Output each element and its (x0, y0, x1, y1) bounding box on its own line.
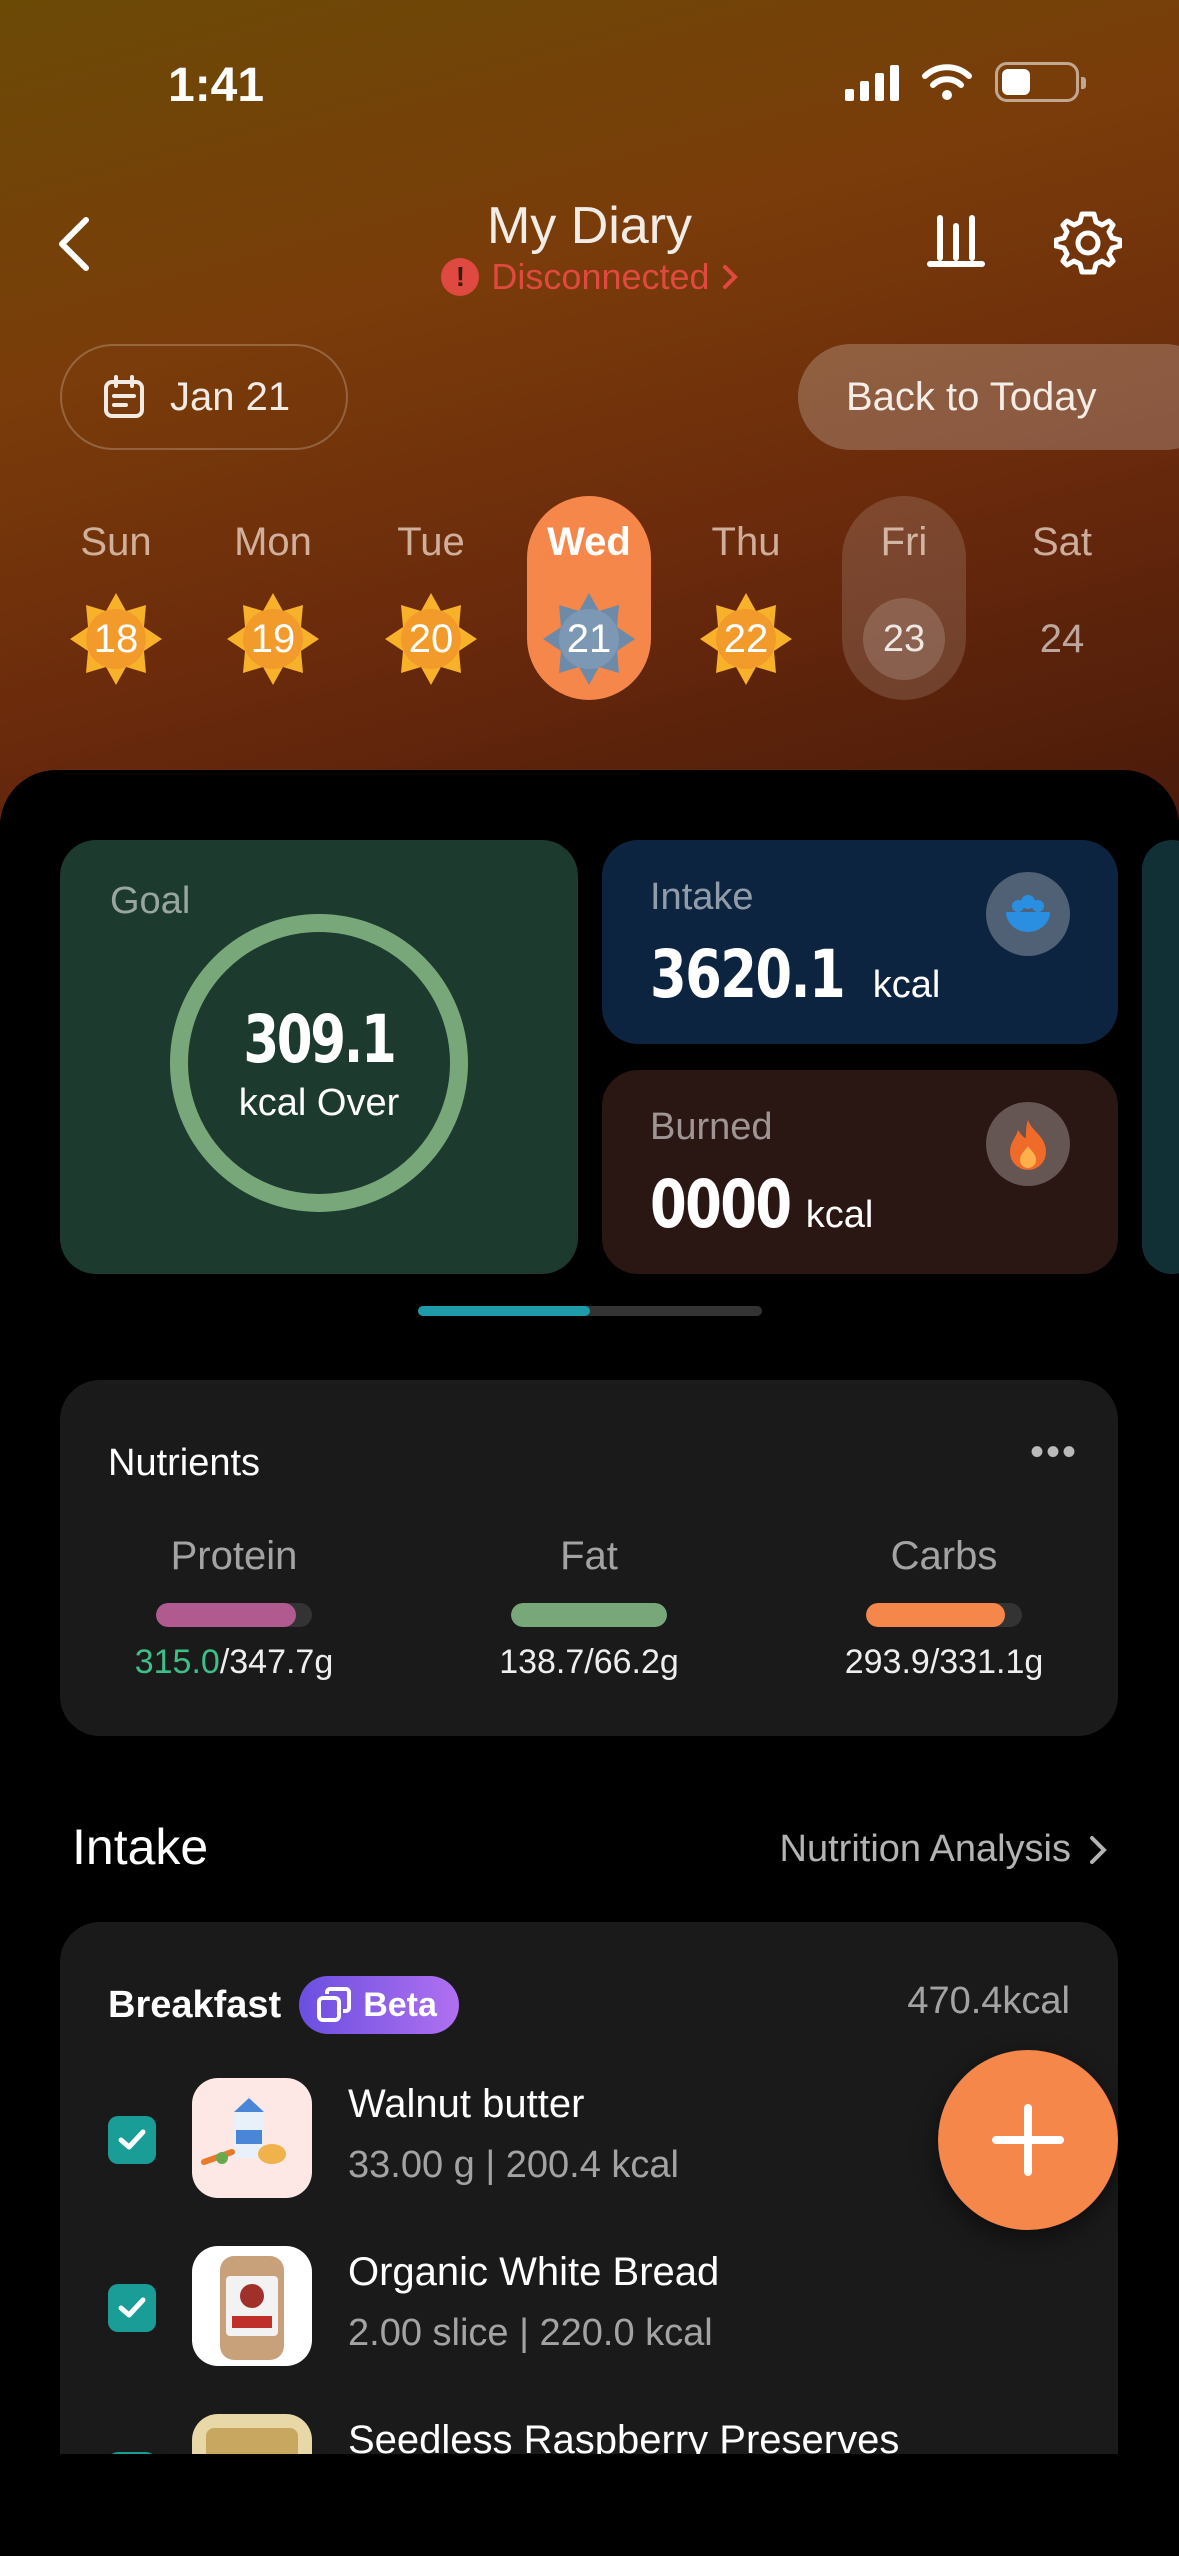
status-icons (845, 62, 1086, 102)
macro-bar (511, 1603, 667, 1627)
meal-kcal: 470.4kcal (907, 1980, 1070, 2022)
gear-icon (1053, 211, 1123, 275)
macro-bar (156, 1603, 312, 1627)
battery-icon (995, 62, 1086, 102)
burned-value: 0000 (650, 1166, 792, 1243)
day-number: 18 (66, 589, 166, 689)
goal-ring: 309.1 kcal Over (170, 914, 468, 1212)
food-name: Walnut butter (348, 2082, 585, 2126)
back-to-today-button[interactable]: Back to Today (798, 344, 1179, 450)
day-number: 22 (696, 589, 796, 689)
date-label: Jan 21 (170, 374, 291, 419)
day-thu[interactable]: Thu 22 (684, 496, 808, 700)
day-number: 24 (1039, 616, 1085, 661)
settings-button[interactable] (1053, 208, 1123, 281)
macro-amount: 315.0/347.7g (134, 1643, 334, 1681)
day-sun[interactable]: Sun 18 (54, 496, 178, 700)
day-number: 23 (854, 589, 954, 689)
stats-button[interactable] (924, 208, 988, 277)
bowl-icon (986, 872, 1070, 956)
macro-bar-fill (866, 1603, 1005, 1627)
food-detail: 2.00 slice | 220.0 kcal (348, 2312, 713, 2354)
goal-card[interactable]: Goal 309.1 kcal Over (60, 840, 578, 1274)
intake-card[interactable]: Intake 3620.1 kcal (602, 840, 1118, 1044)
summary-pager (418, 1306, 762, 1316)
day-mon[interactable]: Mon 19 (211, 496, 335, 700)
burned-unit: kcal (805, 1194, 874, 1236)
day-name: Tue (397, 520, 465, 564)
food-detail: 33.00 g | 200.4 kcal (348, 2144, 679, 2186)
check-icon (118, 2297, 146, 2318)
day-sat[interactable]: Sat 24 (1000, 496, 1124, 700)
add-food-button[interactable] (938, 2050, 1118, 2230)
meal-name: Breakfast (108, 1983, 282, 2026)
food-thumbnail (192, 2246, 312, 2366)
day-tue[interactable]: Tue 20 (369, 496, 493, 700)
day-fri[interactable]: Fri 23 (842, 496, 966, 700)
nutrition-analysis-label: Nutrition Analysis (779, 1828, 1071, 1870)
macro-amount: 138.7/66.2g (499, 1643, 679, 1681)
check-icon (118, 2129, 146, 2150)
next-card-peek[interactable] (1142, 840, 1179, 1274)
food-name: Organic White Bread (348, 2250, 720, 2294)
copy-icon (317, 1987, 352, 2022)
macro-bar (866, 1603, 1022, 1627)
checkbox-checked[interactable] (108, 2284, 156, 2332)
week-strip: Sun 18 Mon 19 Tue 20 Wed 21 Thu 22 Fri 2… (0, 496, 1179, 700)
nutrients-title: Nutrients (108, 1442, 261, 1484)
date-picker-button[interactable]: Jan 21 (60, 344, 348, 450)
burned-label: Burned (650, 1106, 773, 1148)
food-thumbnail (192, 2078, 312, 2198)
checkbox-checked[interactable] (108, 2116, 156, 2164)
day-name: Wed (547, 520, 631, 564)
macro-name: Fat (560, 1534, 618, 1578)
intake-value: 3620.1 (650, 936, 846, 1013)
day-wed[interactable]: Wed 21 (527, 496, 651, 700)
page-title: My Diary (486, 197, 693, 255)
macro-carbs: Carbs 293.9/331.1g (784, 1534, 1104, 1682)
goal-subtext: kcal Over (238, 1082, 400, 1124)
cellular-signal-icon (845, 63, 899, 101)
connection-status[interactable]: ! Disconnected (0, 256, 1179, 298)
connection-status-label: Disconnected (491, 256, 710, 297)
bottom-safe-area (0, 2454, 1179, 2556)
more-icon[interactable]: ••• (1030, 1430, 1078, 1475)
macro-name: Carbs (890, 1534, 998, 1578)
macro-name: Protein (170, 1534, 298, 1578)
macro-amount: 293.9/331.1g (844, 1643, 1044, 1681)
burned-card[interactable]: Burned 0000 kcal (602, 1070, 1118, 1274)
flame-icon (986, 1102, 1070, 1186)
nutrients-card[interactable]: Nutrients ••• Protein 315.0/347.7g Fat 1… (60, 1380, 1118, 1736)
bar-chart-icon (927, 215, 985, 267)
macro-fat: Fat 138.7/66.2g (429, 1534, 749, 1682)
day-name: Thu (711, 520, 781, 564)
food-item[interactable]: Organic White Bread 2.00 slice | 220.0 k… (108, 2246, 1108, 2370)
macro-protein: Protein 315.0/347.7g (74, 1534, 394, 1682)
nutrition-analysis-link[interactable]: Nutrition Analysis (780, 1828, 1107, 1871)
intake-label: Intake (650, 876, 754, 918)
goal-label: Goal (110, 880, 191, 922)
chevron-right-icon (1090, 1835, 1107, 1864)
day-number: 20 (381, 589, 481, 689)
day-number: 21 (539, 589, 639, 689)
goal-value: 309.1 (243, 1001, 396, 1078)
day-name: Mon (234, 520, 312, 564)
chevron-right-icon (722, 265, 738, 289)
day-name: Sat (1031, 520, 1093, 564)
status-time: 1:41 (168, 59, 265, 112)
macro-bar-fill (511, 1603, 667, 1627)
calendar-icon (104, 375, 144, 418)
day-name: Sun (80, 520, 152, 564)
plus-icon (992, 2104, 1064, 2176)
meal-header: Breakfast Beta (108, 1976, 459, 2034)
beta-badge[interactable]: Beta (299, 1976, 459, 2034)
intake-section-title: Intake (72, 1819, 209, 1875)
alert-icon: ! (441, 258, 480, 296)
macro-bar-fill (156, 1603, 297, 1627)
intake-unit: kcal (872, 964, 941, 1006)
day-number: 19 (223, 589, 323, 689)
wifi-icon (922, 64, 972, 100)
day-name: Fri (880, 520, 928, 564)
